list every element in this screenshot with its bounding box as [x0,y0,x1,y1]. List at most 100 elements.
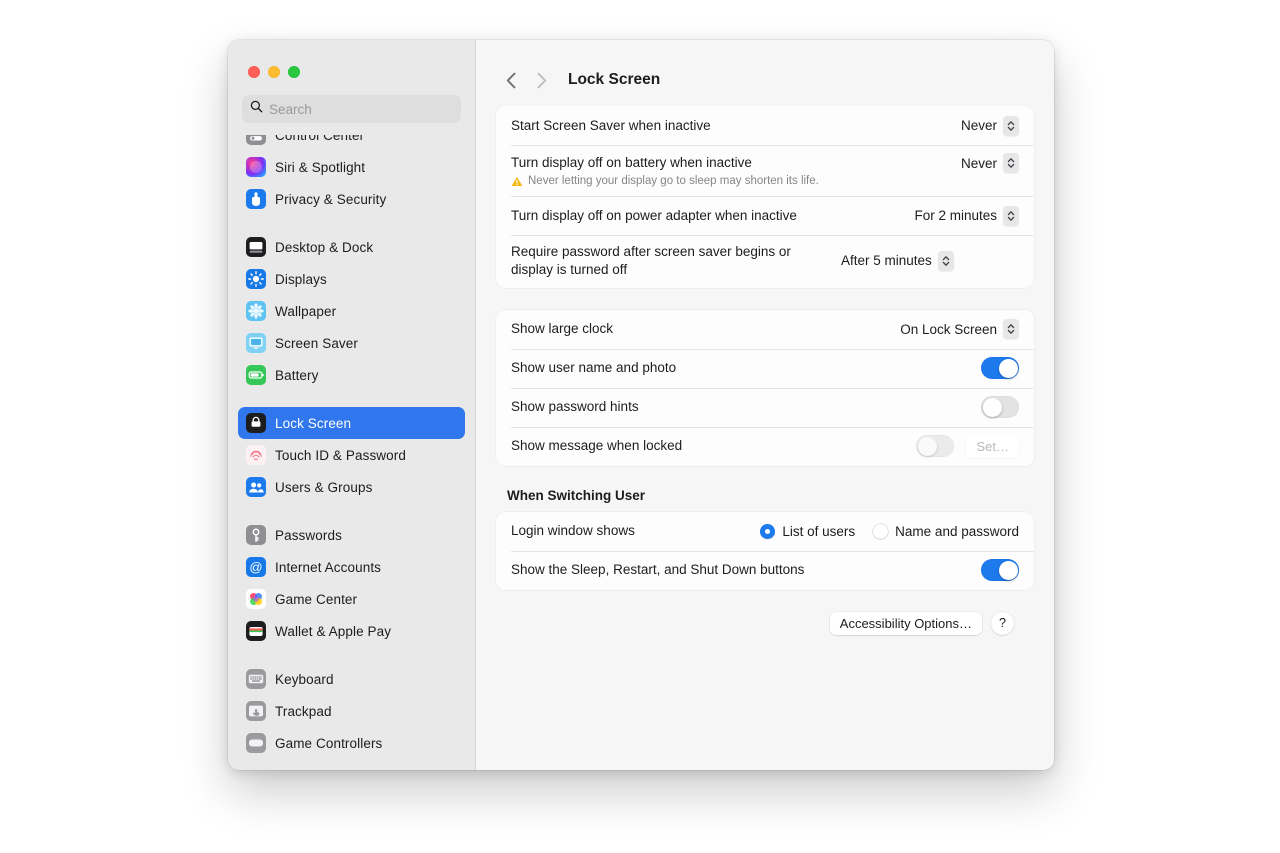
sidebar-item-displays[interactable]: Displays [238,263,465,295]
sidebar-item-game-controllers[interactable]: Game Controllers [238,727,465,759]
chevron-up-down-icon [1003,205,1019,226]
sidebar-item-siri-spotlight[interactable]: Siri & Spotlight [238,151,465,183]
chevron-up-down-icon [1003,319,1019,340]
help-button[interactable]: ? [991,611,1014,635]
sidebar-item-game-center[interactable]: Game Center [238,583,465,615]
radio-label: List of users [782,523,856,539]
radio-button[interactable] [873,523,889,539]
popup-button[interactable]: On Lock Screen [900,319,1019,340]
chevron-left-icon [506,72,515,88]
popup-value: Never [960,155,997,171]
sidebar-item-lock-screen[interactable]: Lock Screen [238,407,465,439]
popup-value: Never [960,118,997,133]
wallet-icon [246,621,266,641]
popup-value: After 5 minutes [841,253,932,269]
search-icon [250,100,263,118]
sidebar-item-label: Passwords [275,527,342,543]
login-window-radio-option[interactable]: Name and password [873,523,1019,539]
sidebar-item-label: Desktop & Dock [275,239,374,255]
setting-row-main: Turn display off on battery when inactiv… [511,153,1019,173]
accessibility-options-button[interactable]: Accessibility Options… [829,611,982,635]
sidebar-item-label: Battery [275,367,319,383]
detail-header: Lock Screen [476,54,1054,106]
login-window-radio-option[interactable]: List of users [760,523,856,539]
sidebar-item-keyboard[interactable]: Keyboard [238,663,465,695]
warning-icon [511,176,523,187]
sidebar-separator [238,647,465,663]
detail-body: Start Screen Saver when inactive Never Tur… [476,106,1054,770]
toggle-switch[interactable] [981,396,1019,419]
switching-user-section-title: When Switching User [507,487,646,503]
game-controllers-icon [246,733,266,753]
sidebar-item-label: Keyboard [275,671,334,687]
sidebar-item-privacy-security[interactable]: Privacy & Security [238,183,465,215]
setting-label: Show large clock [511,321,614,337]
radio-button[interactable] [760,523,776,539]
switching-user-group: Login window shows List of users Name and… [496,511,1034,590]
minimize-button[interactable] [268,66,280,78]
sidebar-item-label: Game Controllers [275,735,383,751]
setting-row-main: Start Screen Saver when inactive Never [511,115,1019,136]
sidebar-item-battery[interactable]: Battery [238,359,465,391]
sidebar-item-label: Users & Groups [275,479,373,495]
sidebar-item-wallet-apple-pay[interactable]: Wallet & Apple Pay [238,615,465,647]
sidebar-item-control-center[interactable]: Control Center [238,135,465,151]
detail-footer: Accessibility Options… ? [496,611,1034,635]
sidebar-item-passwords[interactable]: Passwords [238,519,465,551]
popup-button[interactable]: For 2 minutes [914,205,1019,226]
setting-row: Require password after screen saver begi… [496,235,1034,288]
close-button[interactable] [248,66,260,78]
power-buttons-label: Show the Sleep, Restart, and Shut Down b… [511,562,805,578]
set-message-button[interactable]: Set… [966,434,1019,458]
setting-row: Show user name and photo [496,348,1034,388]
game-center-icon [246,589,266,609]
sidebar-item-trackpad[interactable]: Trackpad [238,695,465,727]
sidebar-item-internet-accounts[interactable]: @ Internet Accounts [238,551,465,583]
toggle-knob [998,358,1018,378]
sidebar-item-desktop-dock[interactable]: Desktop & Dock [238,231,465,263]
lock-screen-icon [246,413,266,433]
setting-warning: Never letting your display go to sleep m… [511,175,1019,187]
zoom-button[interactable] [288,66,300,78]
search-box[interactable] [242,95,461,123]
desktop-dock-icon [246,237,266,257]
sidebar-item-label: Wallpaper [275,303,337,319]
search-input[interactable] [269,101,453,117]
sidebar-item-screen-saver[interactable]: Screen Saver [238,327,465,359]
chevron-up-down-icon [1003,115,1019,136]
sidebar-header [228,40,475,135]
setting-label: Require password after screen saver begi… [511,244,791,277]
popup-value: On Lock Screen [900,321,997,337]
chevron-up-down-icon [1003,153,1019,173]
siri-icon [246,157,266,177]
sidebar-item-wallpaper[interactable]: Wallpaper [238,295,465,327]
sidebar-item-touch-id-password[interactable]: Touch ID & Password [238,439,465,471]
setting-row-main: Require password after screen saver begi… [511,243,1019,279]
privacy-security-icon [246,189,266,209]
popup-button[interactable]: Never [961,153,1019,173]
internet-accounts-icon: @ [246,557,266,577]
system-settings-window: Control Center Siri & Spotlight Privacy & … [228,40,1054,770]
chevron-up-down-icon [937,250,954,271]
toggle-knob [982,397,1002,417]
page-title: Lock Screen [568,71,661,88]
search-container [228,88,475,135]
sidebar-item-users-groups[interactable]: Users & Groups [238,471,465,503]
power-buttons-toggle[interactable] [981,559,1019,582]
setting-label: Show password hints [511,399,639,415]
sidebar-nav-list: Control Center Siri & Spotlight Privacy & … [228,135,475,769]
popup-button[interactable]: Never [960,115,1019,136]
setting-warning-text: Never letting your display go to sleep m… [528,175,819,187]
toggle-switch[interactable] [916,435,955,458]
keyboard-icon [246,669,266,689]
sidebar-item-label: Touch ID & Password [275,447,406,463]
setting-row: Show large clock On Lock Screen [496,310,1034,349]
setting-label: Turn display off on power adapter when i… [511,207,797,223]
login-window-row: Login window shows List of users Name and… [496,512,1034,551]
popup-button[interactable]: After 5 minutes [841,250,954,271]
wallpaper-icon [246,301,266,321]
sidebar-scroll-area[interactable]: Control Center Siri & Spotlight Privacy & … [228,135,475,770]
toggle-switch[interactable] [981,357,1019,380]
forward-button[interactable] [526,65,556,95]
back-button[interactable] [496,65,526,95]
